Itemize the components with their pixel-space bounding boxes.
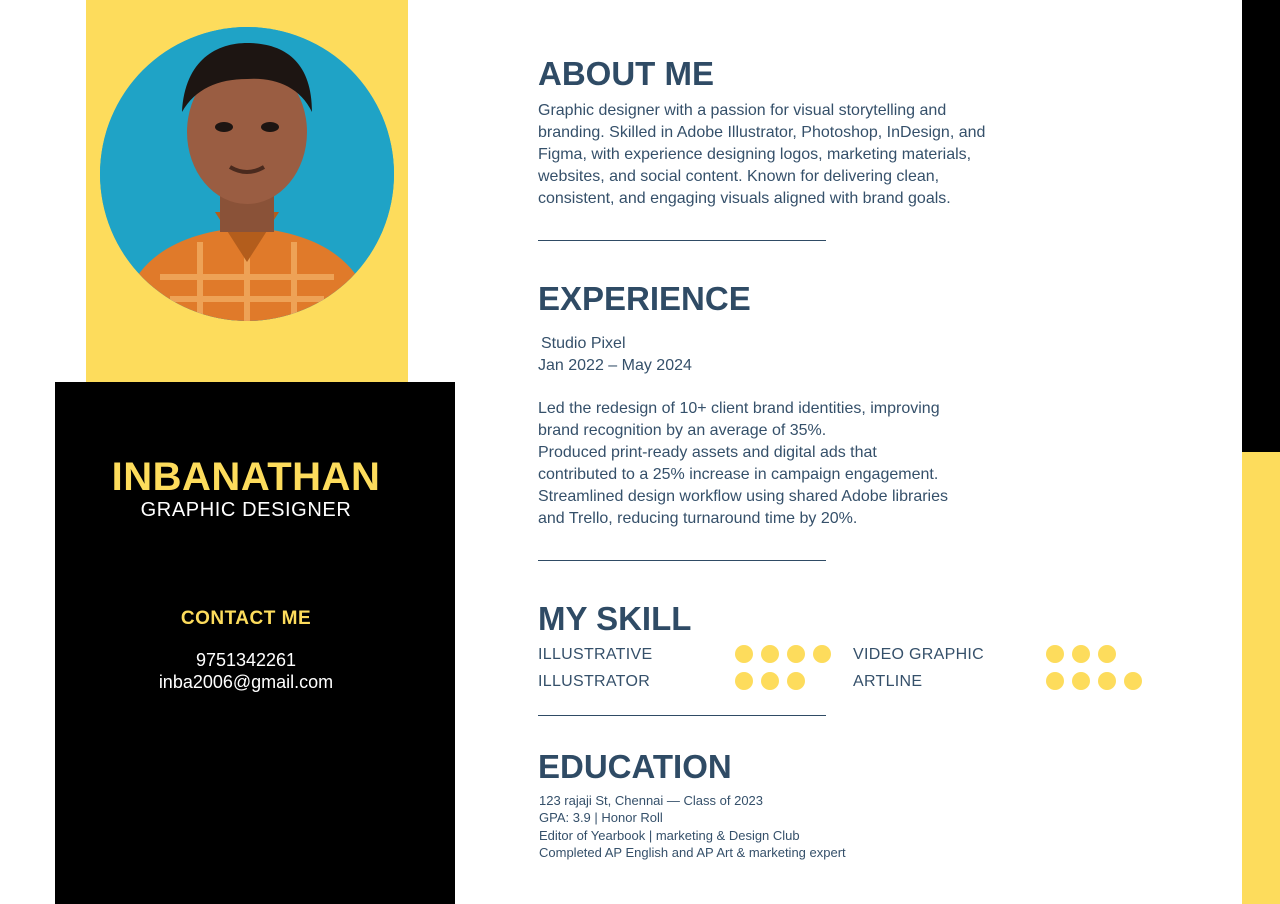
section-divider bbox=[538, 240, 826, 241]
education-title: EDUCATION bbox=[538, 748, 732, 785]
profile-name: INBANATHAN bbox=[111, 455, 381, 499]
contact-email[interactable]: inba2006@gmail.com bbox=[55, 672, 437, 693]
skill-dot bbox=[1046, 672, 1064, 690]
right-yellow-bar bbox=[1242, 452, 1280, 904]
skill-rating-artline bbox=[1046, 672, 1142, 690]
experience-line: Streamlined design workflow using shared… bbox=[538, 488, 948, 505]
skill-dot bbox=[813, 645, 831, 663]
skill-dot bbox=[1072, 645, 1090, 663]
skill-dot bbox=[735, 645, 753, 663]
contact-title: CONTACT ME bbox=[180, 608, 312, 629]
skill-rating-video-graphic bbox=[1046, 645, 1116, 663]
education-line: GPA: 3.9 | Honor Roll bbox=[539, 810, 663, 825]
right-black-bar bbox=[1242, 0, 1280, 452]
skill-dot bbox=[735, 672, 753, 690]
skill-dot bbox=[1046, 645, 1064, 663]
about-line: websites, and social content. Known for … bbox=[538, 168, 940, 185]
experience-line: contributed to a 25% increase in campaig… bbox=[538, 466, 939, 483]
skills-title: MY SKILL bbox=[538, 600, 692, 637]
skill-label-video-graphic: VIDEO GRAPHIC bbox=[853, 646, 985, 663]
skill-dot bbox=[787, 672, 805, 690]
about-line: Figma, with experience designing logos, … bbox=[538, 146, 972, 163]
about-line: Graphic designer with a passion for visu… bbox=[538, 102, 947, 119]
section-divider bbox=[538, 560, 826, 561]
skill-label-artline: ARTLINE bbox=[853, 673, 923, 690]
profile-photo bbox=[100, 27, 394, 321]
skill-dot bbox=[1124, 672, 1142, 690]
experience-period: Jan 2022 – May 2024 bbox=[538, 357, 692, 374]
education-line: Editor of Yearbook | marketing & Design … bbox=[539, 828, 800, 843]
about-line: consistent, and engaging visuals aligned… bbox=[538, 190, 951, 207]
experience-line: and Trello, reducing turnaround time by … bbox=[538, 510, 858, 527]
skill-dot bbox=[1098, 645, 1116, 663]
experience-line: Led the redesign of 10+ client brand ide… bbox=[538, 400, 940, 417]
education-line: Completed AP English and AP Art & market… bbox=[539, 845, 846, 860]
skill-dot bbox=[761, 645, 779, 663]
skill-dot bbox=[761, 672, 779, 690]
about-text: Graphic designer with a passion for visu… bbox=[538, 100, 985, 210]
skill-dot bbox=[787, 645, 805, 663]
about-line: branding. Skilled in Adobe Illustrator, … bbox=[538, 124, 986, 141]
profile-photo-illustration bbox=[100, 27, 394, 321]
contact-phone[interactable]: 9751342261 bbox=[55, 650, 437, 671]
section-divider bbox=[538, 715, 826, 716]
experience-title: EXPERIENCE bbox=[538, 280, 751, 317]
experience-line: Produced print-ready assets and digital … bbox=[538, 444, 877, 461]
experience-line: brand recognition by an average of 35%. bbox=[538, 422, 827, 439]
skill-dot bbox=[1072, 672, 1090, 690]
skill-dot bbox=[1098, 672, 1116, 690]
education-line: 123 rajaji St, Chennai — Class of 2023 bbox=[539, 793, 764, 808]
experience-details: Led the redesign of 10+ client brand ide… bbox=[538, 398, 948, 530]
experience-company: Studio Pixel bbox=[541, 335, 626, 352]
profile-role: GRAPHIC DESIGNER bbox=[140, 499, 352, 521]
skill-label-illustrator: ILLUSTRATOR bbox=[538, 673, 651, 690]
skill-label-illustrative: ILLUSTRATIVE bbox=[538, 646, 653, 663]
skill-rating-illustrative bbox=[735, 645, 831, 663]
about-title: ABOUT ME bbox=[538, 55, 714, 92]
skill-rating-illustrator bbox=[735, 672, 805, 690]
